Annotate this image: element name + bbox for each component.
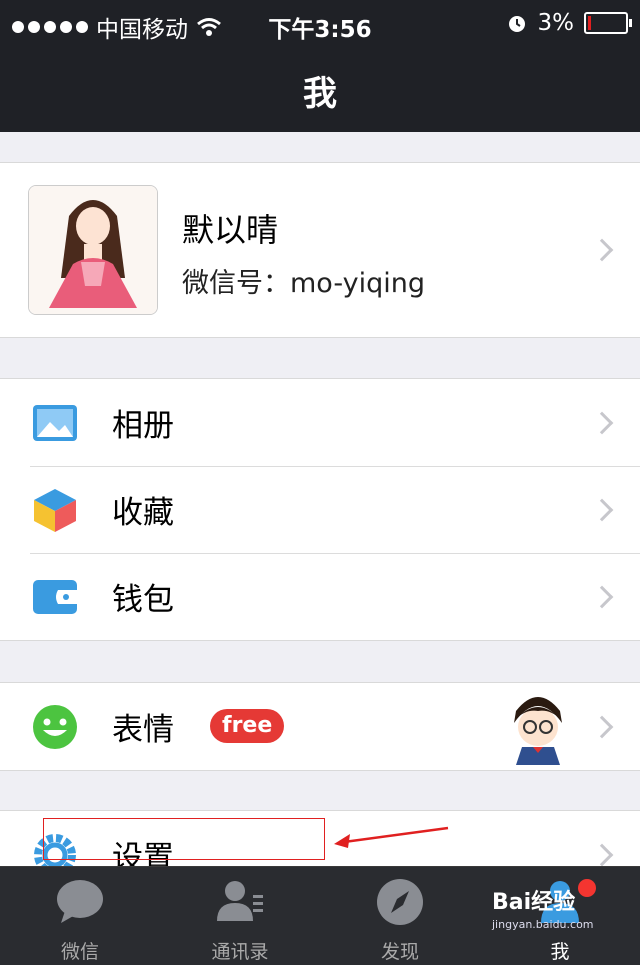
highlight-box — [43, 818, 325, 860]
chevron-right-icon — [590, 498, 614, 521]
menu-item-label: 收藏 — [112, 495, 174, 531]
menu-item-wallet[interactable]: 钱包 — [0, 553, 640, 640]
contacts-icon — [217, 881, 263, 921]
avatar — [28, 185, 158, 315]
tab-label: 通讯录 — [211, 941, 269, 963]
free-badge: free — [210, 709, 285, 743]
favorites-cube-icon — [34, 489, 76, 532]
profile-row[interactable]: 默以晴 微信号：mo-yiqing — [0, 163, 640, 337]
tab-chats[interactable]: 微信 — [0, 867, 160, 965]
alarm-icon — [508, 16, 525, 32]
tab-contacts[interactable]: 通讯录 — [160, 867, 320, 965]
chevron-right-icon — [590, 715, 614, 738]
watermark-brand: Bai经验 — [492, 890, 576, 915]
menu-item-label: 相册 — [112, 408, 174, 444]
tab-label: 发现 — [380, 941, 419, 963]
arrow-annotation — [334, 826, 449, 848]
menu-item-label: 钱包 — [112, 582, 174, 618]
menu-item-stickers[interactable]: 表情 free — [0, 683, 640, 770]
menu-group-2: 表情 free — [0, 682, 640, 771]
profile-name: 默以晴 — [182, 211, 279, 249]
chevron-right-icon — [590, 238, 614, 262]
watermark: Bai经验 jingyan.baidu.com — [492, 884, 640, 931]
chat-bubble-icon — [57, 880, 103, 923]
cartoon-sticker-icon — [514, 697, 562, 765]
profile-section: 默以晴 微信号：mo-yiqing — [0, 162, 640, 338]
menu-item-label: 表情 — [112, 712, 174, 748]
menu-item-album[interactable]: 相册 — [0, 379, 640, 466]
nav-bar: 我 — [0, 48, 640, 132]
profile-wechat-id: 微信号：mo-yiqing — [182, 268, 425, 299]
album-icon — [33, 405, 77, 441]
menu-group-1: 相册 收藏 钱包 — [0, 378, 640, 641]
status-bar: 中国移动 下午3:56 3% — [0, 0, 640, 48]
battery-icon — [584, 12, 632, 34]
menu-item-favorites[interactable]: 收藏 — [0, 466, 640, 553]
wallet-icon — [33, 580, 77, 614]
page-title: 我 — [303, 73, 337, 114]
tab-discover[interactable]: 发现 — [320, 867, 480, 965]
compass-icon — [377, 879, 423, 925]
battery-percent: 3% — [537, 10, 575, 36]
chevron-right-icon — [590, 411, 614, 434]
chevron-right-icon — [590, 585, 614, 608]
chevron-right-icon — [590, 843, 614, 866]
tab-label: 我 — [550, 941, 570, 963]
tab-label: 微信 — [60, 941, 99, 963]
smiley-icon — [33, 705, 77, 749]
watermark-url: jingyan.baidu.com — [492, 918, 594, 931]
